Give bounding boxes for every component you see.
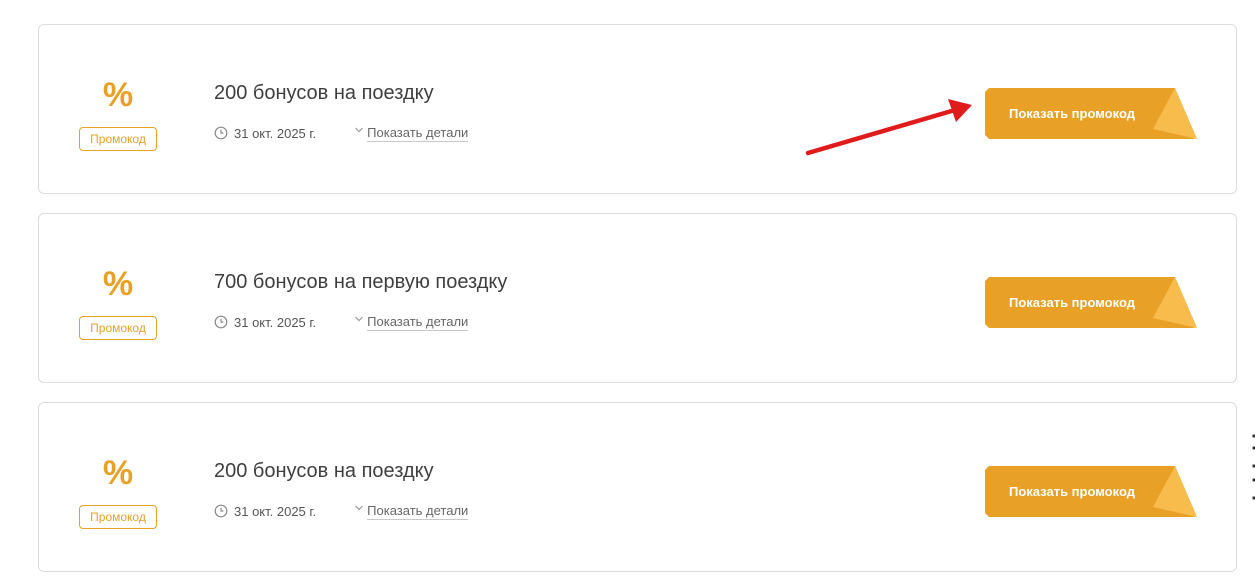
clock-icon <box>214 126 228 140</box>
expiry-date: 31 окт. 2025 г. <box>234 125 317 141</box>
show-promo-code-label: Показать промокод <box>1009 484 1135 499</box>
scroll-dots-icon <box>1252 434 1255 500</box>
show-promo-code-button[interactable]: Показать промокод <box>985 88 1197 139</box>
promo-meta: 31 окт. 2025 г. Показать детали <box>214 501 469 521</box>
promo-badge: % Промокод <box>79 403 157 571</box>
chevron-down-icon[interactable] <box>354 503 364 513</box>
promo-card: % Промокод 200 бонусов на поездку 31 окт… <box>38 402 1237 572</box>
expiry-date: 31 окт. 2025 г. <box>234 314 317 330</box>
promo-badge: % Промокод <box>79 214 157 382</box>
promo-type-label: Промокод <box>79 316 157 340</box>
promo-meta: 31 окт. 2025 г. Показать детали <box>214 123 469 143</box>
expiry-date: 31 окт. 2025 г. <box>234 503 317 519</box>
show-details-link[interactable]: Показать детали <box>367 314 469 331</box>
show-details-link[interactable]: Показать детали <box>367 125 469 142</box>
show-promo-code-label: Показать промокод <box>1009 295 1135 310</box>
promo-card: % Промокод 200 бонусов на поездку 31 окт… <box>38 24 1237 194</box>
promo-title: 700 бонусов на первую поездку <box>214 271 508 293</box>
percent-icon: % <box>102 76 134 114</box>
show-promo-code-label: Показать промокод <box>1009 106 1135 121</box>
promo-card: % Промокод 700 бонусов на первую поездку… <box>38 213 1237 383</box>
percent-icon: % <box>102 265 134 303</box>
annotation-arrow-icon <box>805 99 972 156</box>
promo-type-label: Промокод <box>79 505 157 529</box>
show-promo-code-button[interactable]: Показать промокод <box>985 277 1197 328</box>
promo-list-page: % Промокод 200 бонусов на поездку 31 окт… <box>0 0 1255 580</box>
show-details-link[interactable]: Показать детали <box>367 503 469 520</box>
promo-title: 200 бонусов на поездку <box>214 82 434 104</box>
clock-icon <box>214 315 228 329</box>
chevron-down-icon[interactable] <box>354 314 364 324</box>
chevron-down-icon[interactable] <box>354 125 364 135</box>
percent-icon: % <box>102 454 134 492</box>
promo-type-label: Промокод <box>79 127 157 151</box>
promo-title: 200 бонусов на поездку <box>214 460 434 482</box>
promo-badge: % Промокод <box>79 25 157 193</box>
promo-meta: 31 окт. 2025 г. Показать детали <box>214 312 469 332</box>
show-promo-code-button[interactable]: Показать промокод <box>985 466 1197 517</box>
clock-icon <box>214 504 228 518</box>
